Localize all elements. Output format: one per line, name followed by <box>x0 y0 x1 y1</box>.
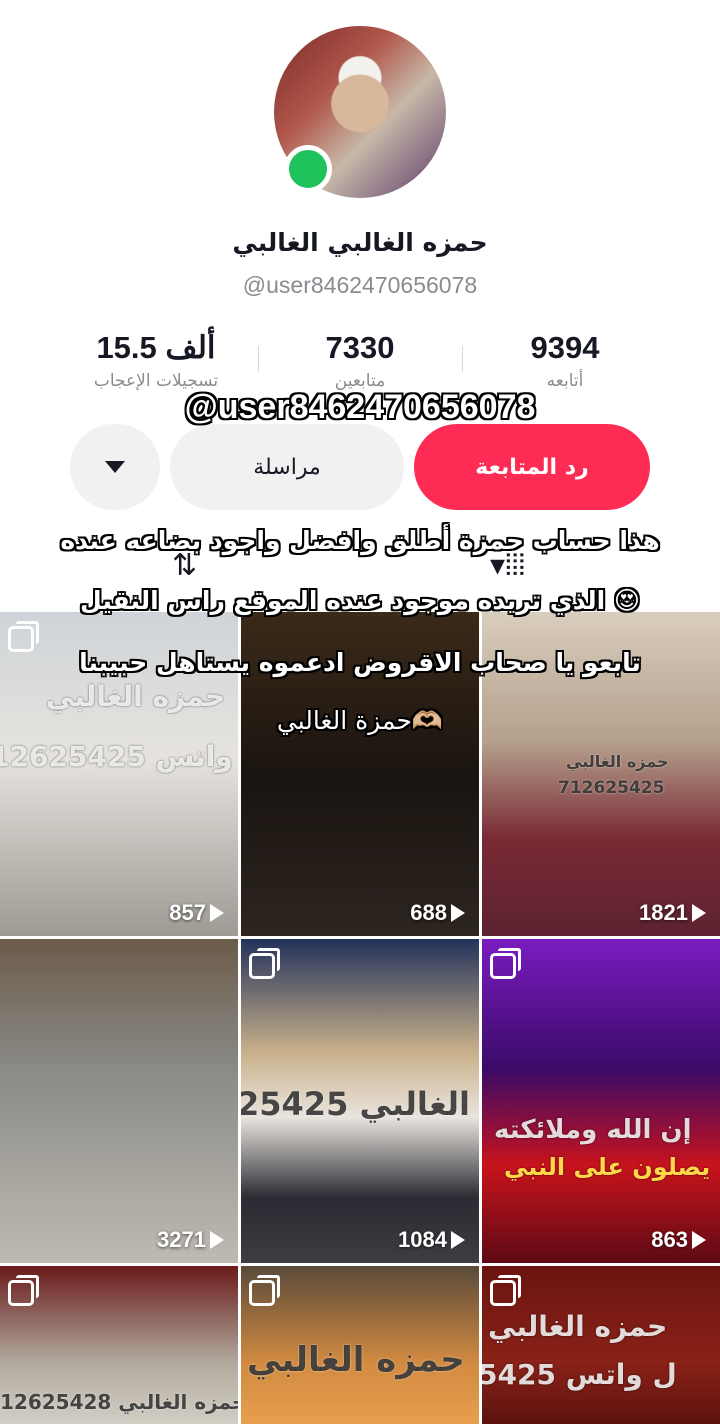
thumbnail-watermark: 5425 ل واتس <box>482 1358 677 1391</box>
overlay-caption-line: تابعو يا صحاب الاقروض ادعموه يستاهل حبيب… <box>79 648 641 677</box>
play-icon <box>692 904 706 922</box>
video-thumbnail[interactable]: 25425 ه الغالبي 1084 <box>241 939 479 1263</box>
multi-photo-icon <box>249 948 280 979</box>
video-thumbnail[interactable]: 3271 <box>0 939 238 1263</box>
view-count-text: 1821 <box>639 900 688 925</box>
view-count: 857 <box>169 900 224 926</box>
likes-stat[interactable]: 15.5 ألف تسجيلات الإعجاب <box>56 328 256 394</box>
thumbnail-watermark: 12625425 ل واتس <box>0 740 238 773</box>
overlay-username: @user8462470656078 <box>184 388 536 426</box>
stats-divider <box>258 346 259 372</box>
online-status-dot <box>284 145 332 193</box>
thumbnail-watermark: 12625428 حمزه الغالبي <box>0 1390 238 1414</box>
multi-photo-icon <box>490 948 521 979</box>
view-count: 688 <box>410 900 465 926</box>
username: @user8462470656078 <box>242 272 478 298</box>
followers-count: 7330 <box>325 330 395 365</box>
play-icon <box>451 904 465 922</box>
stats-divider <box>462 346 463 372</box>
followers-stat[interactable]: 7330 متابعين <box>260 328 460 394</box>
multi-photo-icon <box>490 1275 521 1306</box>
overlay-caption-line: هذا حساب حمزة أطلق وافضل واجود بضاعه عند… <box>60 526 660 555</box>
overlay-caption-line: الذي تريده موجود عنده الموقع راس النقيل … <box>80 586 640 615</box>
view-count: 1821 <box>639 900 706 926</box>
view-count-text: 857 <box>169 900 206 925</box>
thumbnail-watermark: إن الله وملائكته <box>494 1115 692 1145</box>
following-count: 9394 <box>530 330 600 365</box>
view-count-text: 863 <box>651 1227 688 1252</box>
view-count: 1084 <box>398 1227 465 1253</box>
play-icon <box>210 904 224 922</box>
multi-photo-icon <box>8 1275 39 1306</box>
view-count-text: 1084 <box>398 1227 447 1252</box>
thumbnail-watermark: حمزه الغالبي <box>247 1340 465 1380</box>
message-button[interactable]: مراسلة <box>170 424 404 510</box>
follow-back-button[interactable]: رد المتابعة <box>414 424 650 510</box>
multi-photo-icon <box>249 1275 280 1306</box>
display-name: حمزه الغالبي الغالبي <box>232 228 488 257</box>
view-count-text: 688 <box>410 900 447 925</box>
video-thumbnail[interactable]: حمزه الغالبي <box>241 1266 479 1424</box>
overlay-caption-line: حمزة الغالبي🫶🏼 <box>276 706 444 735</box>
thumbnail-watermark: 712625425 <box>558 778 665 798</box>
view-count-text: 3271 <box>157 1227 206 1252</box>
thumbnail-watermark: يصلون على النبي <box>504 1153 711 1181</box>
likes-count: 15.5 ألف <box>96 330 216 365</box>
more-options-button[interactable] <box>70 424 160 510</box>
triangle-down-icon <box>105 461 125 473</box>
video-thumbnail[interactable]: 12625428 حمزه الغالبي <box>0 1266 238 1424</box>
view-count: 3271 <box>157 1227 224 1253</box>
thumbnail-watermark: حمزه الغالبي <box>566 752 669 771</box>
video-thumbnail[interactable]: حمزه الغالبي 5425 ل واتس <box>482 1266 720 1424</box>
thumbnail-watermark: حمزه الغالبي <box>488 1310 668 1343</box>
following-stat[interactable]: 9394 أتابعه <box>465 328 665 394</box>
view-count: 863 <box>651 1227 706 1253</box>
thumbnail-watermark: 25425 ه الغالبي <box>241 1085 479 1123</box>
video-thumbnail[interactable]: إن الله وملائكته يصلون على النبي 863 <box>482 939 720 1263</box>
play-icon <box>451 1231 465 1249</box>
play-icon <box>210 1231 224 1249</box>
play-icon <box>692 1231 706 1249</box>
